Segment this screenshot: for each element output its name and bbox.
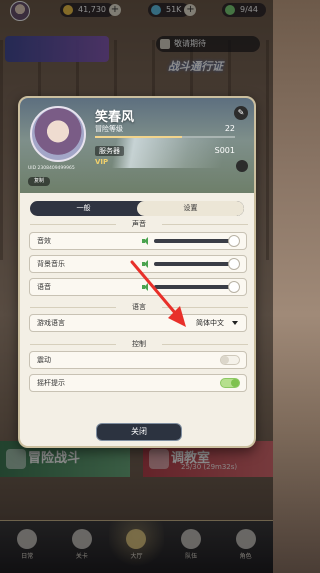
copy-uid-button[interactable]: 复制 — [28, 177, 50, 186]
player-name: 笑春风 — [95, 110, 135, 125]
sfx-slider[interactable] — [154, 235, 240, 247]
server-value: S001 — [214, 146, 235, 155]
close-button[interactable]: 关闭 — [96, 423, 182, 441]
speaker-icon — [142, 283, 150, 291]
level-progress-fill — [95, 136, 182, 138]
vip-badge: VIP — [95, 158, 109, 166]
section-language-title: 语言 — [20, 302, 254, 312]
level-row: 冒险等级 22 — [95, 124, 235, 135]
voice-label: 语音 — [37, 283, 51, 291]
voice-slider[interactable] — [154, 281, 240, 293]
settings-dialog: 笑春风 ✎ 冒险等级 22 服务器 S001 VIP UID 230840949… — [18, 96, 256, 448]
tab-general[interactable]: 一般 — [30, 201, 137, 216]
level-label: 冒险等级 — [95, 125, 123, 133]
bgm-label: 背景音乐 — [37, 260, 65, 268]
toggle-thumb — [231, 379, 239, 387]
settings-tabs: 一般 设置 — [30, 201, 244, 216]
profile-card: 笑春风 ✎ 冒险等级 22 服务器 S001 VIP UID 230840949… — [20, 98, 254, 193]
sfx-slider-knob[interactable] — [228, 235, 240, 247]
chevron-down-icon — [232, 321, 238, 325]
vibration-label: 震动 — [37, 356, 51, 364]
game-language-value: 简体中文 — [196, 319, 224, 327]
level-value: 22 — [224, 124, 235, 133]
sfx-label: 音效 — [37, 237, 51, 245]
level-progress-bar — [95, 136, 235, 138]
server-label: 服务器 — [95, 146, 124, 156]
voice-row: 语音 — [29, 278, 247, 296]
sfx-row: 音效 — [29, 232, 247, 250]
bgm-slider-knob[interactable] — [228, 258, 240, 270]
joystick-hint-row: 摇杆提示 — [29, 374, 247, 392]
bgm-slider[interactable] — [154, 258, 240, 270]
toggle-thumb — [221, 356, 229, 364]
speaker-icon — [142, 237, 150, 245]
vibration-toggle[interactable] — [220, 355, 240, 365]
section-sound-title: 声音 — [20, 219, 254, 229]
section-control-title: 控制 — [20, 339, 254, 349]
joystick-hint-label: 摇杆提示 — [37, 379, 65, 387]
profile-avatar[interactable] — [30, 106, 86, 162]
tab-settings[interactable]: 设置 — [137, 201, 244, 216]
bgm-row: 背景音乐 — [29, 255, 247, 273]
vibration-row: 震动 — [29, 351, 247, 369]
joystick-hint-toggle[interactable] — [220, 378, 240, 388]
edit-name-button[interactable]: ✎ — [234, 106, 248, 120]
speaker-icon — [142, 260, 150, 268]
server-row: 服务器 S001 — [95, 146, 235, 157]
game-language-label: 游戏语言 — [37, 319, 65, 327]
uid-text: UID 2308409499965 — [28, 166, 75, 171]
voice-slider-knob[interactable] — [228, 281, 240, 293]
game-language-select[interactable]: 游戏语言 简体中文 — [29, 314, 247, 332]
mask-icon[interactable] — [236, 160, 248, 172]
